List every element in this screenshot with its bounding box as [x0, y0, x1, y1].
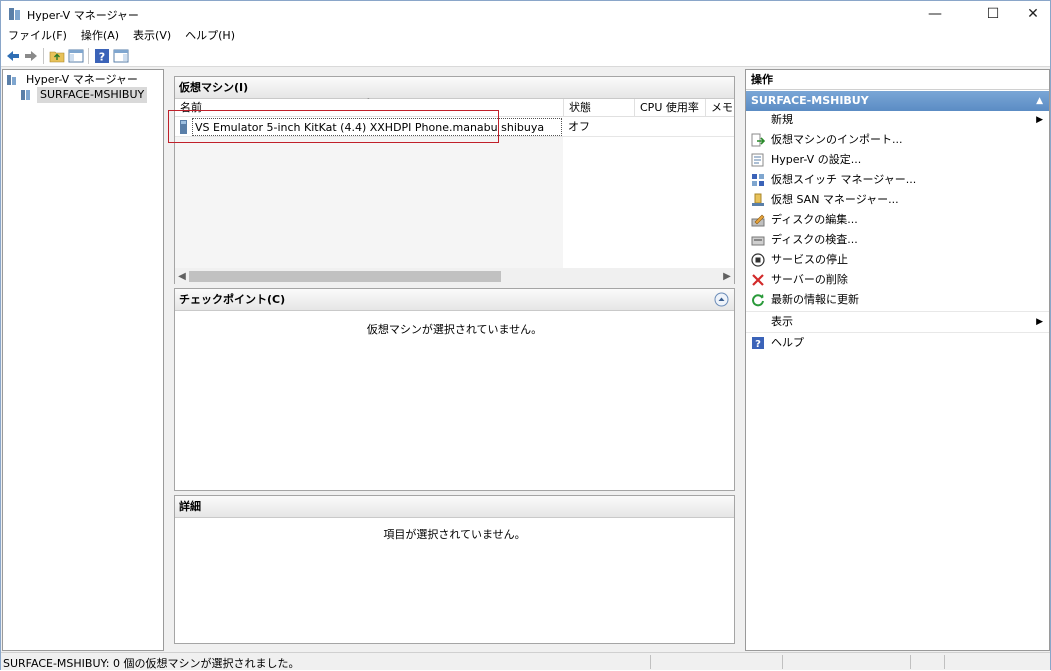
toolbar-separator [88, 48, 89, 64]
switch-icon [752, 174, 764, 186]
column-header-cpu[interactable]: CPU 使用率 [635, 99, 706, 117]
action-remove-server-label: サーバーの削除 [771, 273, 848, 286]
action-new[interactable]: 新規 ▶ [746, 110, 1049, 130]
delete-icon [752, 274, 764, 286]
action-inspect-disk[interactable]: ディスクの検査... [746, 230, 1049, 250]
help-icon[interactable]: ? [94, 48, 110, 64]
collapse-icon[interactable] [714, 292, 729, 307]
tree-item-server-label: SURFACE-MSHIBUY [37, 87, 148, 103]
import-icon [751, 133, 765, 147]
actions-section-label: SURFACE-MSHIBUY [751, 94, 869, 107]
checkpoints-empty-message: 仮想マシンが選択されていません。 [366, 323, 543, 336]
status-divider [910, 655, 911, 669]
details-pane: 詳細 項目が選択されていません。 [174, 495, 735, 644]
status-bar: SURFACE-MSHIBUY: 0 個の仮想マシンが選択されました。 [1, 652, 1050, 670]
checkpoints-pane-title: チェックポイント(C) [175, 289, 734, 311]
column-header-memory[interactable]: メモリ [706, 99, 734, 117]
menu-bar: ファイル(F) 操作(A) 表示(V) ヘルプ(H) [1, 27, 1050, 45]
virtual-machine-icon [180, 120, 187, 134]
title-bar: Hyper-V マネージャー — ☐ ✕ [1, 1, 1050, 27]
action-help[interactable]: ? ヘルプ [746, 333, 1049, 353]
settings-icon [751, 153, 764, 167]
action-stop-service[interactable]: サービスの停止 [746, 250, 1049, 270]
status-divider [944, 655, 945, 669]
action-edit-disk-label: ディスクの編集... [771, 213, 858, 226]
actions-pane: 操作 SURFACE-MSHIBUY ▲ 新規 ▶ 仮想マシンのインポート...… [745, 69, 1050, 651]
scroll-right-icon[interactable]: ▶ [720, 269, 734, 284]
scroll-left-icon[interactable]: ◀ [175, 269, 189, 284]
action-remove-server[interactable]: サーバーの削除 [746, 270, 1049, 290]
san-icon [752, 193, 764, 206]
action-hyperv-settings[interactable]: Hyper-V の設定... [746, 150, 1049, 170]
horizontal-scrollbar[interactable]: ◀ ▶ [175, 268, 734, 285]
show-hide-tree-icon[interactable] [68, 48, 84, 64]
action-view-label: 表示 [771, 315, 793, 328]
tree-item-root-label: Hyper-V マネージャー [26, 73, 138, 86]
action-virtual-switch-manager-label: 仮想スイッチ マネージャー... [771, 173, 917, 186]
hyperv-app-icon [9, 8, 20, 20]
console-tree: Hyper-V マネージャー SURFACE-MSHIBUY [2, 69, 164, 651]
menu-view[interactable]: 表示(V) [126, 27, 178, 45]
actions-header: 操作 [746, 70, 1049, 90]
stop-icon [751, 253, 765, 267]
virtual-machines-pane: 仮想マシン(I) ^ 名前 状態 CPU 使用率 メモリ VS Emulator… [174, 76, 735, 285]
menu-file[interactable]: ファイル(F) [1, 27, 74, 45]
virtual-machines-pane-title: 仮想マシン(I) [175, 77, 734, 99]
column-header-state[interactable]: 状態 [564, 99, 635, 117]
vm-name: VS Emulator 5-inch KitKat (4.4) XXHDPI P… [192, 118, 562, 136]
action-import-vm[interactable]: 仮想マシンのインポート... [746, 130, 1049, 150]
action-view[interactable]: 表示 ▶ [746, 312, 1049, 332]
vm-row[interactable]: VS Emulator 5-inch KitKat (4.4) XXHDPI P… [175, 118, 734, 136]
action-refresh[interactable]: 最新の情報に更新 [746, 290, 1049, 310]
svg-text:?: ? [755, 339, 761, 350]
action-virtual-san-manager[interactable]: 仮想 SAN マネージャー... [746, 190, 1049, 210]
server-icon [21, 90, 30, 100]
window-title: Hyper-V マネージャー [27, 9, 139, 22]
status-divider [782, 655, 783, 669]
action-new-label: 新規 [771, 113, 793, 126]
checkpoints-pane: チェックポイント(C) 仮想マシンが選択されていません。 [174, 288, 735, 491]
action-pane-icon[interactable] [113, 48, 129, 64]
action-help-label: ヘルプ [771, 336, 804, 349]
edit-disk-icon [751, 214, 765, 227]
toolbar: ? [1, 45, 1050, 67]
action-edit-disk[interactable]: ディスクの編集... [746, 210, 1049, 230]
details-pane-title: 詳細 [175, 496, 734, 518]
action-inspect-disk-label: ディスクの検査... [771, 233, 858, 246]
forward-icon[interactable] [23, 48, 39, 64]
actions-section-server[interactable]: SURFACE-MSHIBUY ▲ [746, 91, 1049, 111]
empty-list-area [564, 137, 734, 268]
action-hyperv-settings-label: Hyper-V の設定... [771, 153, 862, 166]
refresh-icon [752, 294, 764, 307]
help-icon: ? [752, 337, 764, 350]
submenu-arrow-icon: ▶ [1036, 317, 1043, 327]
svg-text:?: ? [99, 51, 105, 64]
inspect-disk-icon [751, 236, 765, 246]
details-empty-message: 項目が選択されていません。 [383, 528, 526, 541]
action-virtual-switch-manager[interactable]: 仮想スイッチ マネージャー... [746, 170, 1049, 190]
hyperv-manager-icon [7, 75, 16, 85]
column-header-name[interactable]: 名前 [175, 99, 564, 117]
menu-help[interactable]: ヘルプ(H) [178, 27, 242, 45]
minimize-button[interactable]: — [912, 1, 958, 27]
back-icon[interactable] [5, 48, 21, 64]
name-column-area [175, 137, 563, 268]
close-button[interactable]: ✕ [1010, 1, 1051, 27]
hyperv-manager-window: Hyper-V マネージャー — ☐ ✕ ファイル(F) 操作(A) 表示(V)… [0, 0, 1051, 670]
action-stop-service-label: サービスの停止 [771, 253, 848, 266]
vm-cpu [640, 118, 700, 136]
action-virtual-san-manager-label: 仮想 SAN マネージャー... [771, 193, 899, 206]
action-refresh-label: 最新の情報に更新 [771, 293, 859, 306]
scrollbar-thumb[interactable] [189, 271, 501, 282]
toolbar-separator [43, 48, 44, 64]
submenu-arrow-icon: ▶ [1036, 115, 1043, 125]
status-divider [650, 655, 651, 669]
menu-action[interactable]: 操作(A) [74, 27, 126, 45]
vm-state: オフ [568, 120, 590, 133]
status-text: SURFACE-MSHIBUY: 0 個の仮想マシンが選択されました。 [3, 657, 300, 670]
up-folder-icon[interactable] [49, 48, 65, 64]
collapse-section-icon[interactable]: ▲ [1036, 91, 1043, 111]
action-import-vm-label: 仮想マシンのインポート... [771, 133, 903, 146]
